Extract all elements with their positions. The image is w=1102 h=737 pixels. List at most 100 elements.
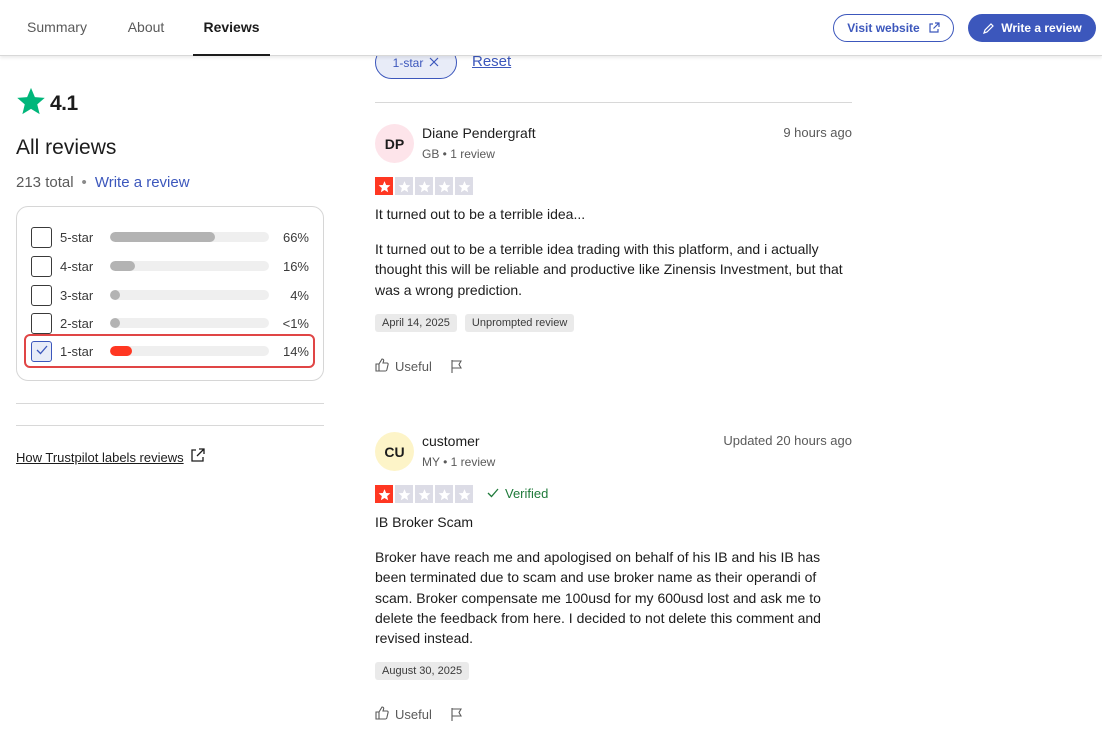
star-icon (395, 177, 413, 195)
checkbox-3-star[interactable] (31, 284, 52, 306)
total-line: 213 total • Write a review (16, 174, 190, 191)
write-review-link[interactable]: Write a review (95, 174, 190, 191)
filter-percent: <1% (282, 315, 309, 331)
tab-reviews[interactable]: Reviews (193, 0, 270, 56)
labels-link-text: How Trustpilot labels reviews (16, 449, 184, 465)
close-icon[interactable] (429, 56, 439, 70)
useful-button[interactable]: Useful (375, 358, 432, 375)
distribution-bar-fill (110, 232, 215, 242)
checkbox-4-star[interactable] (31, 255, 52, 277)
visit-website-label: Visit website (847, 21, 920, 35)
star-icon (16, 86, 46, 121)
review-tags: April 14, 2025 Unprompted review (375, 314, 575, 332)
rating-value: 4.1 (50, 91, 78, 115)
verified-label: Verified (505, 486, 549, 501)
star-icon (415, 177, 433, 195)
star-filter-box: 5-star 66% 4-star 16% 3-star 4% 2-star <… (16, 206, 324, 381)
chip-label: 1-star (392, 55, 424, 70)
checkmark-icon (36, 342, 48, 360)
checkbox-1-star[interactable] (31, 340, 52, 362)
checkmark-icon (487, 486, 499, 501)
useful-label: Useful (395, 707, 432, 722)
review-title[interactable]: It turned out to be a terrible idea... (375, 206, 585, 222)
verified-badge: Verified (487, 486, 548, 501)
filter-label: 3-star (60, 287, 94, 303)
filter-percent: 66% (282, 229, 309, 245)
write-review-button[interactable]: Write a review (968, 14, 1096, 42)
reviewer-meta: MY • 1 review (422, 455, 496, 469)
review-actions: Useful (375, 358, 464, 375)
reviewer-name[interactable]: customer (422, 433, 480, 449)
distribution-bar-fill (110, 318, 120, 328)
separator-dot: • (81, 174, 87, 191)
star-icon (375, 485, 393, 503)
star-icon (375, 177, 393, 195)
avatar: CU (375, 432, 414, 471)
rating-summary: 4.1 (16, 86, 78, 121)
thumbs-up-icon (375, 706, 389, 723)
filter-row-3-star[interactable]: 3-star 4% (31, 283, 309, 307)
star-icon (415, 485, 433, 503)
distribution-bar (110, 346, 269, 356)
filter-row-4-star[interactable]: 4-star 16% (31, 254, 309, 278)
star-icon (395, 485, 413, 503)
review-time: 9 hours ago (783, 125, 852, 140)
visit-website-button[interactable]: Visit website (833, 14, 954, 42)
review-card: DP Diane Pendergraft GB • 1 review 9 hou… (375, 124, 852, 384)
reviewer-name[interactable]: Diane Pendergraft (422, 125, 536, 141)
divider (16, 403, 324, 404)
pencil-icon (982, 22, 995, 35)
filter-percent: 14% (282, 343, 309, 359)
star-rating (375, 485, 473, 503)
top-nav: Summary About Reviews Visit website Writ… (0, 0, 1102, 56)
avatar: DP (375, 124, 414, 163)
divider (16, 425, 324, 426)
thumbs-up-icon (375, 358, 389, 375)
distribution-bar (110, 290, 269, 300)
review-title[interactable]: IB Broker Scam (375, 514, 473, 530)
distribution-bar-fill (110, 290, 120, 300)
all-reviews-heading: All reviews (16, 136, 117, 159)
distribution-bar-fill (110, 346, 133, 356)
filter-row-5-star[interactable]: 5-star 66% (31, 225, 309, 249)
star-icon (435, 177, 453, 195)
tab-about[interactable]: About (110, 0, 182, 56)
checkbox-2-star[interactable] (31, 312, 52, 334)
filter-label: 1-star (60, 343, 94, 359)
filter-percent: 16% (282, 258, 309, 274)
tab-summary[interactable]: Summary (14, 0, 100, 56)
distribution-bar (110, 232, 269, 242)
filter-label: 2-star (60, 315, 94, 331)
unprompted-tag: Unprompted review (464, 314, 575, 332)
checkbox-5-star[interactable] (31, 226, 52, 248)
review-time: Updated 20 hours ago (723, 433, 852, 448)
date-tag: August 30, 2025 (375, 662, 470, 680)
review-body: It turned out to be a terrible idea trad… (375, 241, 843, 298)
star-icon (455, 177, 473, 195)
how-labels-reviews-link[interactable]: How Trustpilot labels reviews (16, 448, 205, 466)
useful-button[interactable]: Useful (375, 706, 432, 723)
filter-row-2-star[interactable]: 2-star <1% (31, 311, 309, 335)
filter-label: 4-star (60, 258, 94, 274)
filter-row-1-star[interactable]: 1-star 14% (31, 339, 309, 363)
write-review-label: Write a review (1001, 21, 1082, 35)
star-rating (375, 177, 473, 195)
star-icon (455, 485, 473, 503)
review-body: Broker have reach me and apologised on b… (375, 549, 821, 647)
distribution-bar (110, 318, 269, 328)
external-link-icon (190, 448, 205, 466)
distribution-bar (110, 261, 269, 271)
review-tags: August 30, 2025 (375, 662, 470, 680)
filter-percent: 4% (290, 287, 309, 303)
flag-icon[interactable] (450, 359, 464, 374)
total-count: 213 total (16, 174, 74, 191)
date-tag: April 14, 2025 (375, 314, 457, 332)
useful-label: Useful (395, 359, 432, 374)
reviewer-meta: GB • 1 review (422, 147, 495, 161)
filter-label: 5-star (60, 229, 94, 245)
divider (375, 102, 852, 103)
external-link-icon (928, 22, 940, 34)
distribution-bar-fill (110, 261, 136, 271)
review-actions: Useful (375, 706, 464, 723)
flag-icon[interactable] (450, 707, 464, 722)
